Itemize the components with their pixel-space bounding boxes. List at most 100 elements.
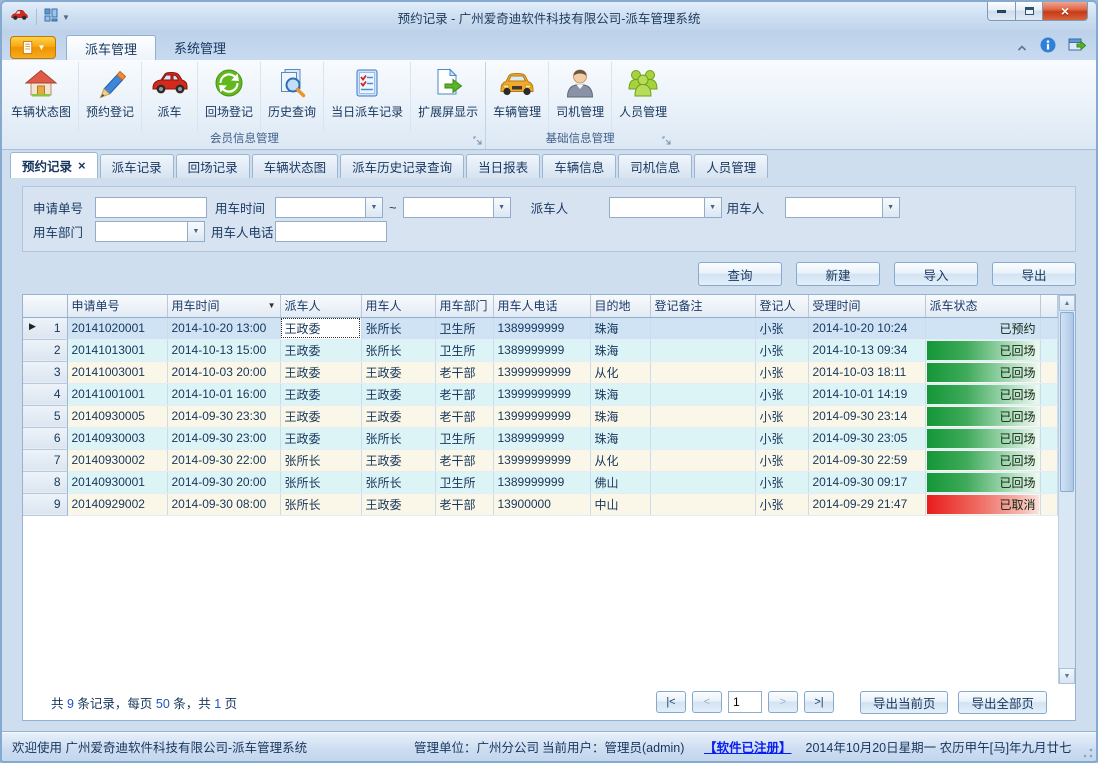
cell-user[interactable]: 王政委 bbox=[361, 405, 435, 427]
dialog-launcher-icon[interactable] bbox=[662, 135, 671, 150]
dept-select[interactable]: ▼ bbox=[95, 221, 205, 242]
cell-use-time[interactable]: 2014-10-03 20:00 bbox=[167, 361, 280, 383]
table-row[interactable]: ▶2 20141013001 2014-10-13 15:00 王政委 张所长 … bbox=[23, 339, 1058, 361]
page-number-input[interactable] bbox=[728, 691, 762, 713]
cell-remark[interactable] bbox=[650, 449, 755, 471]
cell-dispatcher[interactable]: 王政委 bbox=[280, 405, 361, 427]
cell-order-no[interactable]: 20141001001 bbox=[67, 383, 167, 405]
import-button[interactable]: 导入 bbox=[894, 262, 978, 286]
cell-order-no[interactable]: 20141013001 bbox=[67, 339, 167, 361]
export-all-pages-button[interactable]: 导出全部页 bbox=[958, 691, 1047, 714]
cell-phone[interactable]: 1389999999 bbox=[493, 471, 590, 493]
cell-destination[interactable]: 中山 bbox=[590, 493, 650, 515]
cell-user[interactable]: 张所长 bbox=[361, 317, 435, 339]
cell-destination[interactable]: 从化 bbox=[590, 449, 650, 471]
cell-user[interactable]: 王政委 bbox=[361, 361, 435, 383]
cell-order-no[interactable]: 20140930005 bbox=[67, 405, 167, 427]
cell-dept[interactable]: 老干部 bbox=[435, 405, 493, 427]
cell-dispatcher[interactable]: 张所长 bbox=[280, 471, 361, 493]
cell-accept-time[interactable]: 2014-09-30 22:59 bbox=[808, 449, 925, 471]
cell-order-no[interactable]: 20140929002 bbox=[67, 493, 167, 515]
cell-accept-time[interactable]: 2014-10-13 09:34 bbox=[808, 339, 925, 361]
cell-user[interactable]: 王政委 bbox=[361, 449, 435, 471]
cell-status[interactable]: 已回场 bbox=[925, 471, 1040, 493]
use-time-from-select[interactable]: ▼ bbox=[275, 197, 383, 218]
dialog-launcher-icon[interactable] bbox=[473, 135, 482, 150]
cell-user[interactable]: 张所长 bbox=[361, 427, 435, 449]
vertical-scrollbar[interactable]: ▲ ▼ bbox=[1058, 295, 1075, 684]
cell-use-time[interactable]: 2014-09-30 23:30 bbox=[167, 405, 280, 427]
cell-dept[interactable]: 老干部 bbox=[435, 361, 493, 383]
cell-use-time[interactable]: 2014-09-30 23:00 bbox=[167, 427, 280, 449]
cell-dept[interactable]: 老干部 bbox=[435, 449, 493, 471]
cell-destination[interactable]: 珠海 bbox=[590, 317, 650, 339]
next-page-button[interactable]: > bbox=[768, 691, 798, 713]
col-phone[interactable]: 用车人电话 bbox=[493, 295, 590, 317]
col-order-no[interactable]: 申请单号 bbox=[67, 295, 167, 317]
layout-icon[interactable] bbox=[44, 8, 58, 27]
doc-tab-dispatch-records[interactable]: 派车记录 bbox=[100, 154, 174, 178]
table-row[interactable]: ▶3 20141003001 2014-10-03 20:00 王政委 王政委 … bbox=[23, 361, 1058, 383]
cell-order-no[interactable]: 20141003001 bbox=[67, 361, 167, 383]
table-row[interactable]: ▶7 20140930002 2014-09-30 22:00 张所长 王政委 … bbox=[23, 449, 1058, 471]
cell-registrar[interactable]: 小张 bbox=[755, 361, 808, 383]
return-register-button[interactable]: 回场登记 bbox=[197, 62, 260, 132]
cell-remark[interactable] bbox=[650, 427, 755, 449]
collapse-ribbon-icon[interactable] bbox=[1016, 39, 1028, 57]
cell-dispatcher[interactable]: 张所长 bbox=[280, 493, 361, 515]
cell-use-time[interactable]: 2014-10-20 13:00 bbox=[167, 317, 280, 339]
create-button[interactable]: 新建 bbox=[796, 262, 880, 286]
maximize-button[interactable] bbox=[1016, 2, 1043, 21]
switch-window-icon[interactable] bbox=[1068, 37, 1086, 58]
daily-dispatch-record-button[interactable]: 当日派车记录 bbox=[323, 62, 410, 132]
reservation-register-button[interactable]: 预约登记 bbox=[78, 62, 141, 132]
cell-order-no[interactable]: 20140930002 bbox=[67, 449, 167, 471]
cell-registrar[interactable]: 小张 bbox=[755, 317, 808, 339]
cell-user[interactable]: 张所长 bbox=[361, 471, 435, 493]
cell-destination[interactable]: 珠海 bbox=[590, 383, 650, 405]
cell-status[interactable]: 已回场 bbox=[925, 361, 1040, 383]
doc-tab-driver-info[interactable]: 司机信息 bbox=[618, 154, 692, 178]
col-status[interactable]: 派车状态 bbox=[925, 295, 1040, 317]
cell-registrar[interactable]: 小张 bbox=[755, 493, 808, 515]
doc-tab-personnel-manage[interactable]: 人员管理 bbox=[694, 154, 768, 178]
doc-tab-vehicle-status-map[interactable]: 车辆状态图 bbox=[252, 154, 339, 178]
col-registrar[interactable]: 登记人 bbox=[755, 295, 808, 317]
personnel-manage-button[interactable]: 人员管理 bbox=[611, 62, 674, 132]
cell-status[interactable]: 已回场 bbox=[925, 427, 1040, 449]
cell-dept[interactable]: 卫生所 bbox=[435, 317, 493, 339]
cell-phone[interactable]: 1389999999 bbox=[493, 339, 590, 361]
dispatcher-select[interactable]: ▼ bbox=[609, 197, 722, 218]
info-icon[interactable] bbox=[1040, 37, 1056, 58]
ribbon-tab-system[interactable]: 系统管理 bbox=[156, 35, 244, 60]
cell-registrar[interactable]: 小张 bbox=[755, 427, 808, 449]
table-row[interactable]: ▶5 20140930005 2014-09-30 23:30 王政委 王政委 … bbox=[23, 405, 1058, 427]
cell-destination[interactable]: 从化 bbox=[590, 361, 650, 383]
cell-user[interactable]: 张所长 bbox=[361, 339, 435, 361]
cell-accept-time[interactable]: 2014-10-20 10:24 bbox=[808, 317, 925, 339]
cell-status[interactable]: 已回场 bbox=[925, 405, 1040, 427]
doc-tab-daily-report[interactable]: 当日报表 bbox=[466, 154, 540, 178]
cell-dispatcher[interactable]: 王政委 bbox=[280, 317, 361, 339]
cell-status[interactable]: 已取消 bbox=[925, 493, 1040, 515]
cell-remark[interactable] bbox=[650, 471, 755, 493]
vehicle-manage-button[interactable]: 车辆管理 bbox=[486, 62, 548, 132]
cell-use-time[interactable]: 2014-10-01 16:00 bbox=[167, 383, 280, 405]
user-select[interactable]: ▼ bbox=[785, 197, 900, 218]
cell-accept-time[interactable]: 2014-09-30 23:05 bbox=[808, 427, 925, 449]
cell-status[interactable]: 已回场 bbox=[925, 383, 1040, 405]
cell-dept[interactable]: 卫生所 bbox=[435, 427, 493, 449]
cell-phone[interactable]: 13999999999 bbox=[493, 405, 590, 427]
cell-remark[interactable] bbox=[650, 361, 755, 383]
dispatch-button[interactable]: 派车 bbox=[141, 62, 197, 132]
cell-remark[interactable] bbox=[650, 493, 755, 515]
toolbar-dropdown-icon[interactable]: ▼ bbox=[62, 13, 70, 22]
cell-destination[interactable]: 佛山 bbox=[590, 471, 650, 493]
cell-use-time[interactable]: 2014-09-30 20:00 bbox=[167, 471, 280, 493]
cell-registrar[interactable]: 小张 bbox=[755, 405, 808, 427]
minimize-button[interactable] bbox=[987, 2, 1016, 21]
cell-accept-time[interactable]: 2014-09-30 23:14 bbox=[808, 405, 925, 427]
cell-use-time[interactable]: 2014-10-13 15:00 bbox=[167, 339, 280, 361]
cell-registrar[interactable]: 小张 bbox=[755, 449, 808, 471]
first-page-button[interactable]: |< bbox=[656, 691, 686, 713]
